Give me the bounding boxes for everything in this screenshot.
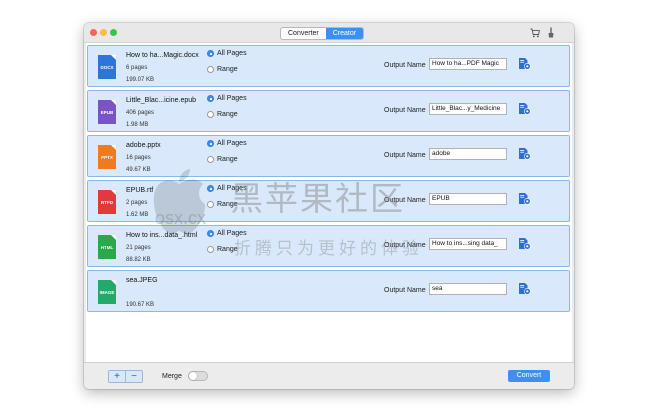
- file-type-label: IMAGE: [99, 290, 115, 295]
- file-type-label: EPUB: [100, 110, 114, 115]
- output-name-input[interactable]: How to ha...PDF Magic: [429, 58, 507, 70]
- file-type-label: RTFD: [101, 200, 113, 205]
- file-type-icon: DOCX: [98, 55, 116, 79]
- file-name: adobe.pptx: [126, 142, 161, 149]
- file-pages: 16 pages: [126, 155, 151, 161]
- radio-dot: [207, 111, 214, 118]
- toggle-knob: [189, 372, 197, 380]
- all-pages-radio[interactable]: All Pages: [207, 95, 247, 102]
- radio-label: Range: [217, 156, 238, 163]
- page-fold: [111, 145, 116, 150]
- file-type-label: DOCX: [100, 65, 114, 70]
- radio-dot: [207, 156, 214, 163]
- settings-icon[interactable]: [518, 192, 531, 205]
- file-name: How to ha...Magic.docx: [126, 52, 199, 59]
- file-type-label: PPTX: [101, 155, 113, 160]
- output-name-input[interactable]: EPUB: [429, 193, 507, 205]
- radio-label: Range: [217, 111, 238, 118]
- page-fold: [111, 280, 116, 285]
- file-pages: 21 pages: [126, 245, 151, 251]
- minimize-window-button[interactable]: [100, 29, 107, 36]
- radio-label: All Pages: [217, 50, 247, 57]
- file-size: 199.07 KB: [126, 77, 155, 83]
- radio-label: All Pages: [217, 140, 247, 147]
- output-name-label: Output Name: [384, 107, 426, 114]
- file-pages: 406 pages: [126, 110, 155, 116]
- merge-toggle[interactable]: [188, 371, 208, 381]
- radio-dot: [207, 201, 214, 208]
- settings-icon[interactable]: [518, 237, 531, 250]
- file-pages: 6 pages: [126, 65, 148, 71]
- radio-dot: [207, 246, 214, 253]
- radio-dot: [207, 95, 214, 102]
- file-size: 1.62 MB: [126, 212, 149, 218]
- radio-dot: [207, 50, 214, 57]
- radio-dot: [207, 230, 214, 237]
- settings-icon[interactable]: [518, 147, 531, 160]
- file-row[interactable]: EPUB Little_Blac...icine.epub 406 pages 1.9…: [87, 90, 570, 132]
- brush-icon[interactable]: [547, 27, 555, 38]
- remove-file-button[interactable]: −: [125, 371, 142, 382]
- file-pages: 2 pages: [126, 200, 148, 206]
- output-name-input[interactable]: How to ins...sing data_: [429, 238, 507, 250]
- watermark-name: 黑苹果社区: [230, 179, 405, 218]
- file-size: 88.82 KB: [126, 257, 151, 263]
- file-type-icon: PPTX: [98, 145, 116, 169]
- settings-icon[interactable]: [518, 102, 531, 115]
- radio-dot: [207, 185, 214, 192]
- settings-icon[interactable]: [518, 282, 531, 295]
- output-name-label: Output Name: [384, 62, 426, 69]
- tab-converter[interactable]: Converter: [281, 28, 326, 39]
- file-type-icon: RTFD: [98, 190, 116, 214]
- cart-icon[interactable]: [530, 28, 540, 38]
- file-type-icon: HTML: [98, 235, 116, 259]
- output-name-input[interactable]: adobe: [429, 148, 507, 160]
- file-type-label: HTML: [100, 245, 114, 250]
- add-file-button[interactable]: +: [109, 371, 125, 382]
- range-radio[interactable]: Range: [207, 156, 238, 163]
- mode-segmented-control: Converter Creator: [280, 27, 365, 40]
- file-size: 190.67 KB: [126, 302, 155, 308]
- watermark-slogan: 折腾只为更好的体验: [234, 239, 423, 259]
- file-name: sea.JPEG: [126, 277, 158, 284]
- file-name: Little_Blac...icine.epub: [126, 97, 197, 104]
- all-pages-radio[interactable]: All Pages: [207, 50, 247, 57]
- range-radio[interactable]: Range: [207, 66, 238, 73]
- page-fold: [111, 55, 116, 60]
- page-fold: [111, 235, 116, 240]
- file-size: 1.98 MB: [126, 122, 149, 128]
- radio-label: All Pages: [217, 95, 247, 102]
- close-window-button[interactable]: [90, 29, 97, 36]
- output-name-input[interactable]: sea: [429, 283, 507, 295]
- watermark-domain: osx.cx: [155, 208, 207, 228]
- radio-dot: [207, 140, 214, 147]
- output-name-label: Output Name: [384, 152, 426, 159]
- output-name-label: Output Name: [384, 287, 426, 294]
- add-remove-control: + −: [108, 370, 143, 383]
- tab-creator[interactable]: Creator: [325, 28, 364, 39]
- bottom-bar: + − Merge Convert: [84, 362, 574, 389]
- convert-button[interactable]: Convert: [508, 370, 550, 382]
- page-fold: [111, 100, 116, 105]
- file-row[interactable]: DOCX How to ha...Magic.docx 6 pages 199.07 …: [87, 45, 570, 87]
- file-size: 49.67 KB: [126, 167, 151, 173]
- radio-label: Range: [217, 66, 238, 73]
- range-radio[interactable]: Range: [207, 111, 238, 118]
- radio-dot: [207, 66, 214, 73]
- titlebar: Converter Creator: [84, 23, 574, 43]
- settings-icon[interactable]: [518, 57, 531, 70]
- file-type-icon: IMAGE: [98, 280, 116, 304]
- page-fold: [111, 190, 116, 195]
- file-row[interactable]: IMAGE sea.JPEG 190.67 KB Output Name sea: [87, 270, 570, 312]
- output-name-input[interactable]: Little_Blac...y_Medicine: [429, 103, 507, 115]
- file-type-icon: EPUB: [98, 100, 116, 124]
- merge-label: Merge: [162, 373, 182, 380]
- all-pages-radio[interactable]: All Pages: [207, 140, 247, 147]
- zoom-window-button[interactable]: [110, 29, 117, 36]
